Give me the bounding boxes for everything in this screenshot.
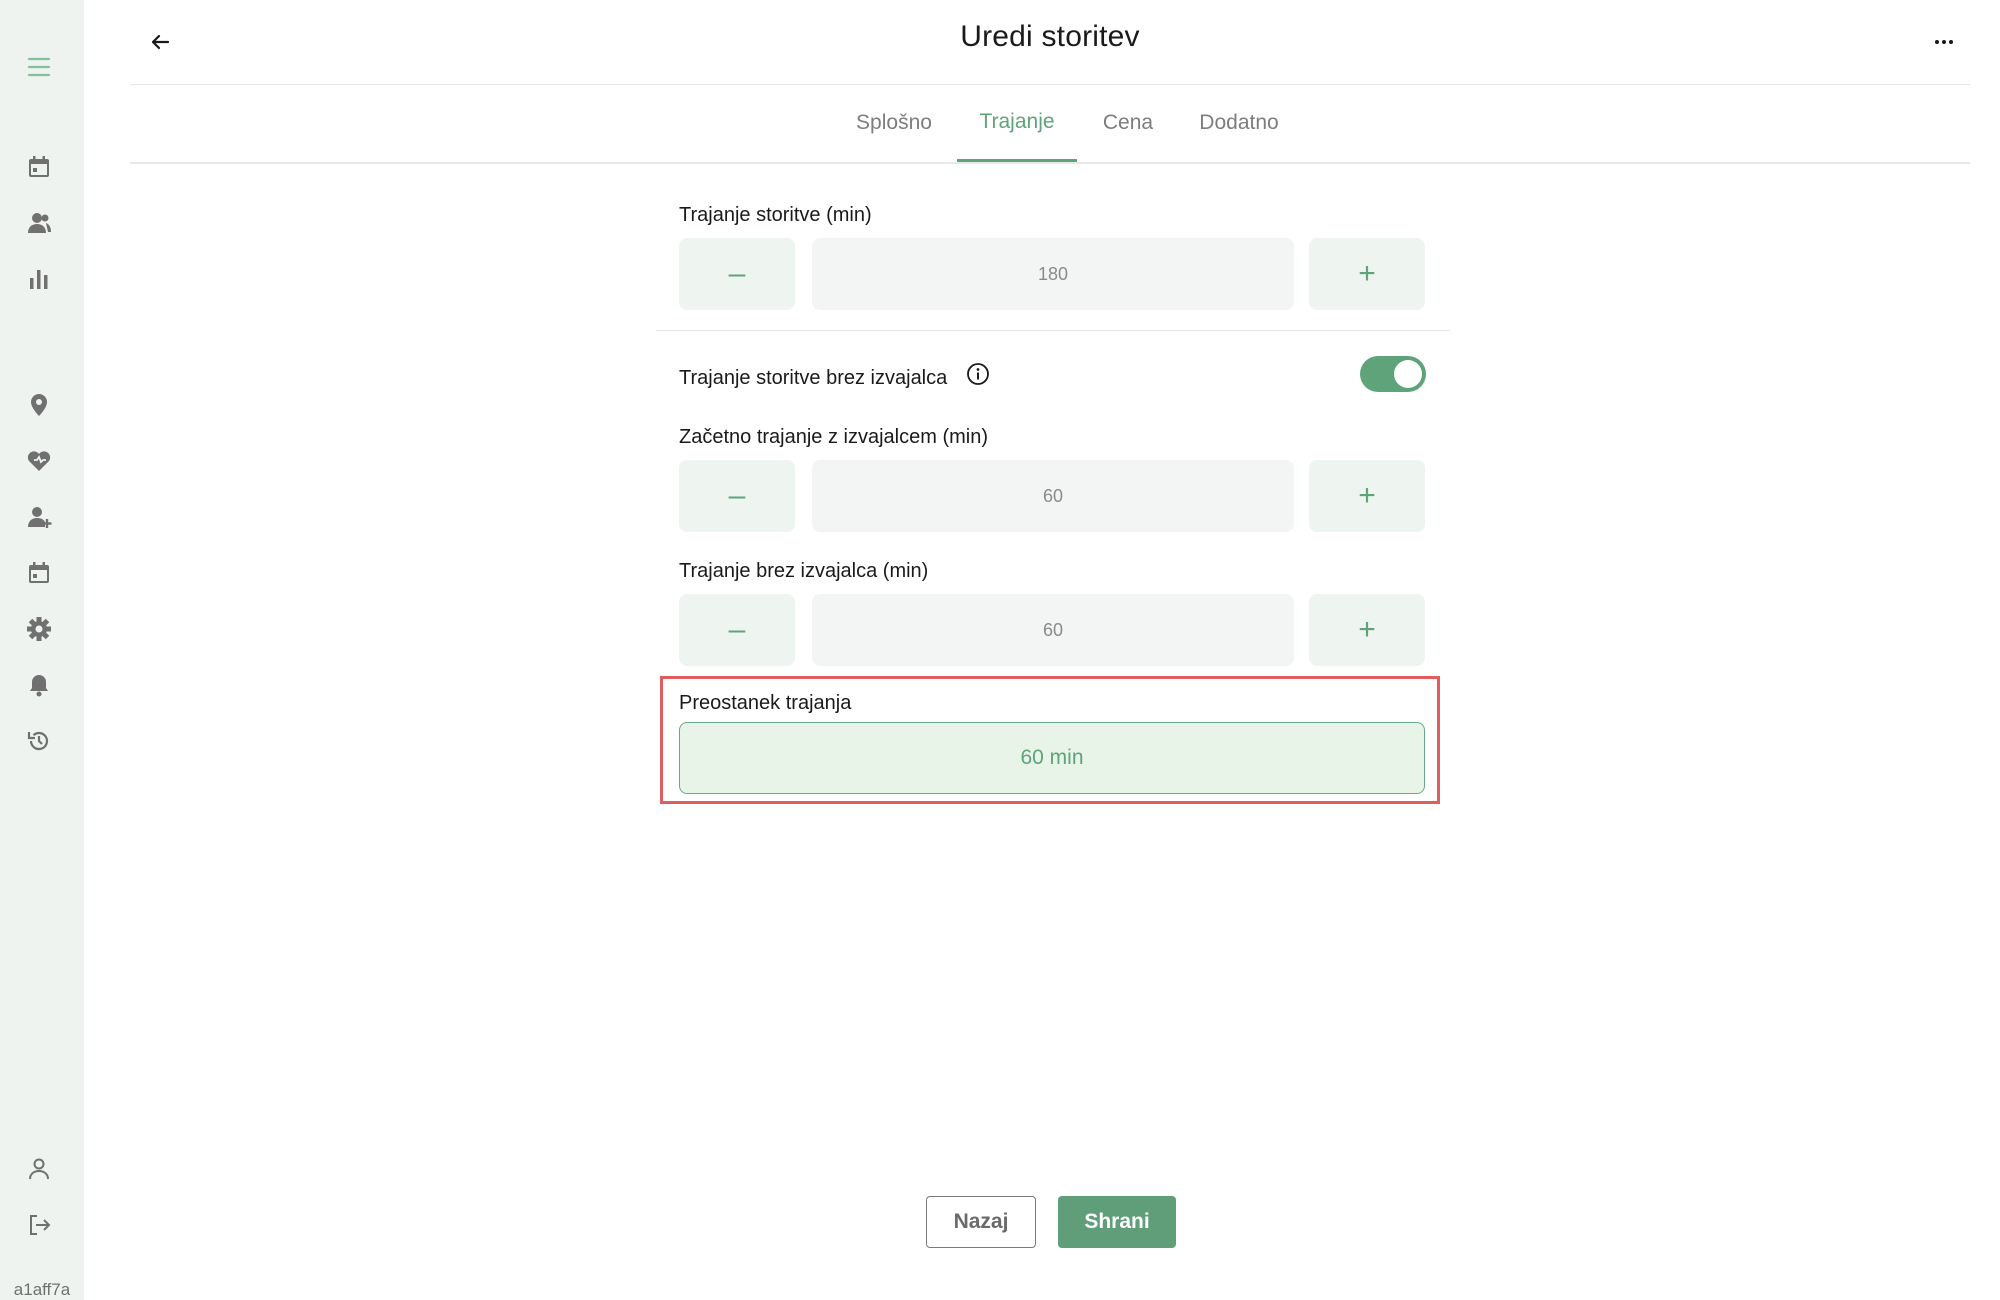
sidebar: a1aff7a	[0, 0, 84, 1300]
duration-without-provider-toggle-label: Trajanje storitve brez izvajalca	[679, 367, 948, 389]
divider	[656, 330, 1450, 331]
history-icon[interactable]	[20, 722, 58, 760]
notifications-icon[interactable]	[20, 666, 58, 704]
menu-icon[interactable]	[20, 48, 58, 86]
profile-icon[interactable]	[20, 1150, 58, 1188]
duration-without-provider-decrease-button[interactable]: –	[679, 594, 795, 666]
back-arrow-icon[interactable]	[140, 22, 180, 62]
duration-without-provider-increase-button[interactable]: +	[1309, 594, 1425, 666]
clients-icon[interactable]	[20, 204, 58, 242]
page-title: Uredi storitev	[960, 20, 1140, 53]
settings-icon[interactable]	[20, 610, 58, 648]
service-duration-increase-button[interactable]: +	[1309, 238, 1425, 310]
location-icon[interactable]	[20, 386, 58, 424]
add-employee-icon[interactable]	[20, 498, 58, 536]
service-duration-label: Trajanje storitve (min)	[679, 204, 872, 226]
tab-splosno[interactable]: Splošno	[844, 84, 944, 162]
version-label: a1aff7a	[13, 1280, 71, 1299]
remaining-duration-value: 60 min	[679, 722, 1425, 794]
logout-icon[interactable]	[20, 1206, 58, 1244]
tab-dodatno[interactable]: Dodatno	[1188, 84, 1290, 162]
initial-duration-label: Začetno trajanje z izvajalcem (min)	[679, 426, 988, 448]
service-duration-decrease-button[interactable]: –	[679, 238, 795, 310]
schedule-icon[interactable]	[20, 554, 58, 592]
duration-without-provider-input[interactable]: 60	[812, 594, 1294, 666]
service-duration-input[interactable]: 180	[812, 238, 1294, 310]
info-icon[interactable]	[966, 362, 990, 386]
save-button[interactable]: Shrani	[1058, 1196, 1176, 1248]
duration-without-provider-label: Trajanje brez izvajalca (min)	[679, 560, 929, 582]
initial-duration-input[interactable]: 60	[812, 460, 1294, 532]
chart-icon[interactable]	[20, 260, 58, 298]
back-button[interactable]: Nazaj	[926, 1196, 1036, 1248]
remaining-duration-label: Preostanek trajanja	[679, 692, 852, 714]
calendar-icon[interactable]	[20, 148, 58, 186]
tab-trajanje[interactable]: Trajanje	[957, 84, 1077, 162]
services-icon[interactable]	[20, 442, 58, 480]
toggle-knob	[1394, 360, 1422, 388]
tab-cena[interactable]: Cena	[1092, 84, 1164, 162]
more-options-icon[interactable]	[1924, 22, 1964, 62]
initial-duration-increase-button[interactable]: +	[1309, 460, 1425, 532]
initial-duration-decrease-button[interactable]: –	[679, 460, 795, 532]
duration-without-provider-toggle[interactable]	[1360, 356, 1426, 392]
